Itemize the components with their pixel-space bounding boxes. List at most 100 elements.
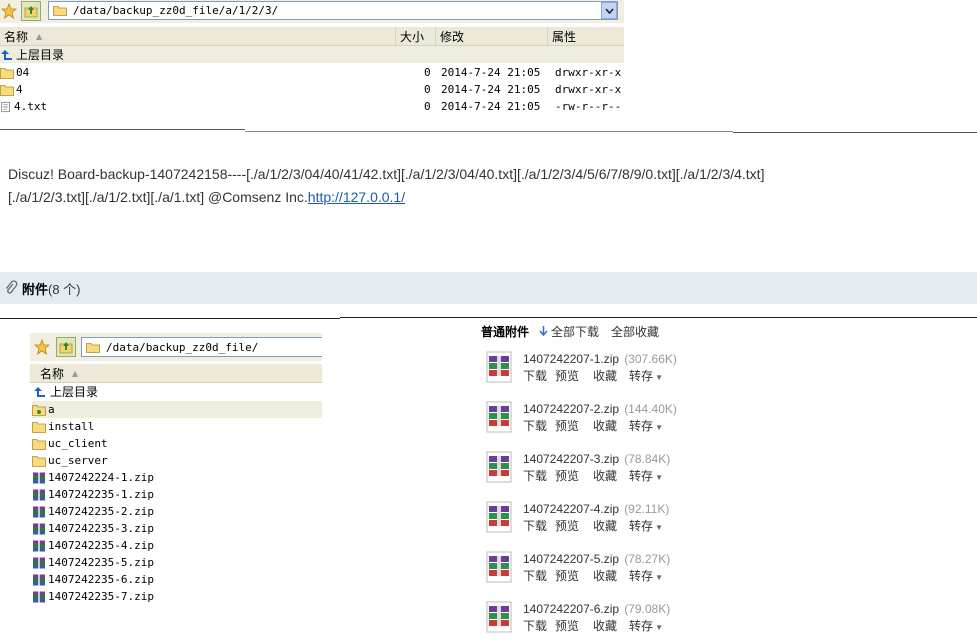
preview-link[interactable]: 预览 (555, 519, 579, 533)
collect-link[interactable]: 收藏 (593, 419, 617, 433)
collect-link[interactable]: 收藏 (593, 619, 617, 633)
post-line-2: [./a/1/2/3.txt][./a/1/2.txt][./a/1.txt] … (8, 189, 406, 205)
download-link[interactable]: 下载 (523, 619, 547, 633)
collect-all-link[interactable]: 全部收藏 (611, 323, 659, 340)
download-link[interactable]: 下载 (523, 469, 547, 483)
forward-link[interactable]: 转存 (629, 419, 653, 433)
download-link[interactable]: 下载 (523, 419, 547, 433)
list-item[interactable]: 1407242235-3.zip (32, 520, 322, 537)
attachment-actions: 下载 预览 收藏 转存 ▼ (523, 517, 663, 535)
list-item[interactable]: uc_server (32, 452, 322, 469)
list-item-name: 1407242224-1.zip (48, 471, 154, 484)
attachment-title: 1407242207-4.zip (92.11K) (523, 498, 669, 517)
list-item[interactable]: uc_client (32, 435, 322, 452)
preview-link[interactable]: 预览 (555, 569, 579, 583)
download-arrow-icon (539, 325, 548, 336)
favorite-star-button[interactable] (33, 337, 51, 357)
attachment-name-link[interactable]: 1407242207-6.zip (523, 602, 619, 616)
list-item[interactable]: 1407242235-4.zip (32, 537, 322, 554)
parent-directory-row[interactable]: 上层目录 (0, 46, 624, 63)
forward-link[interactable]: 转存 (629, 619, 653, 633)
download-link[interactable]: 下载 (523, 519, 547, 533)
list-item[interactable]: 1407242235-1.zip (32, 486, 322, 503)
favorite-star-button[interactable] (0, 1, 18, 21)
list-item-name: install (48, 420, 95, 433)
up-arrow-icon (34, 386, 45, 397)
row-attrs: -rw-r--r-- (555, 100, 622, 113)
attachment-actions: 下载 预览 收藏 转存 ▼ (523, 417, 663, 435)
table-row[interactable]: 4.txt 0 2014-7-24 21:05 -rw-r--r-- (0, 98, 624, 115)
parent-directory-row[interactable]: 上层目录 (30, 383, 322, 400)
forward-link[interactable]: 转存 (629, 369, 653, 383)
table-row[interactable]: 04 0 2014-7-24 21:05 drwxr-xr-x (0, 64, 624, 81)
bottom-column-header: 名称 ▲ (30, 364, 322, 383)
forward-link[interactable]: 转存 (629, 519, 653, 533)
forward-link[interactable]: 转存 (629, 469, 653, 483)
column-name[interactable]: 名称 ▲ (30, 364, 322, 382)
list-item[interactable]: 1407242235-5.zip (32, 554, 322, 571)
list-item[interactable]: 1407242235-7.zip (32, 588, 322, 605)
download-all-link[interactable]: 全部下载 (539, 323, 599, 340)
locked-folder-icon (32, 404, 46, 416)
top-address-bar[interactable]: /data/backup_zz0d_file/a/1/2/3/ (48, 1, 618, 20)
preview-link[interactable]: 预览 (555, 369, 579, 383)
archive-icon (33, 591, 45, 602)
list-item[interactable]: 1407242235-2.zip (32, 503, 322, 520)
attachment-name-link[interactable]: 1407242207-1.zip (523, 352, 619, 366)
archive-icon (33, 506, 45, 517)
star-icon (34, 339, 50, 355)
list-item[interactable]: install (32, 418, 322, 435)
attachment-name-link[interactable]: 1407242207-3.zip (523, 452, 619, 466)
go-up-button[interactable] (56, 337, 76, 357)
attachment-name-link[interactable]: 1407242207-2.zip (523, 402, 619, 416)
attachment-name-link[interactable]: 1407242207-4.zip (523, 502, 619, 516)
top-column-header: 名称 ▲ 大小 修改 属性 (0, 27, 624, 46)
go-up-button[interactable] (21, 1, 41, 21)
post-link[interactable]: http://127.0.0.1/ (308, 189, 405, 205)
list-item[interactable]: 1407242235-6.zip (32, 571, 322, 588)
archive-icon (33, 540, 45, 551)
attachment-item: 1407242207-4.zip (92.11K) 下载 预览 收藏 转存 ▼ (484, 498, 784, 544)
list-item-name: a (48, 403, 55, 416)
bottom-address-bar[interactable]: /data/backup_zz0d_file/ (81, 337, 322, 357)
row-size: 0 (424, 100, 431, 113)
caret-down-icon: ▼ (655, 523, 663, 532)
download-link[interactable]: 下载 (523, 569, 547, 583)
collect-link[interactable]: 收藏 (593, 569, 617, 583)
top-address-text: /data/backup_zz0d_file/a/1/2/3/ (73, 4, 279, 17)
column-name[interactable]: 名称 ▲ (0, 27, 396, 45)
preview-link[interactable]: 预览 (555, 619, 579, 633)
preview-link[interactable]: 预览 (555, 419, 579, 433)
attachment-size: (79.08K) (624, 602, 671, 616)
list-item-name: 1407242235-7.zip (48, 590, 154, 603)
attachment-actions: 下载 预览 收藏 转存 ▼ (523, 467, 663, 485)
list-item-name: 1407242235-3.zip (48, 522, 154, 535)
list-item[interactable]: 1407242224-1.zip (32, 469, 322, 486)
attachment-title: 1407242207-5.zip (78.27K) (523, 548, 670, 567)
collect-link[interactable]: 收藏 (593, 519, 617, 533)
row-modified: 2014-7-24 21:05 (441, 83, 541, 96)
column-modified[interactable]: 修改 (436, 27, 548, 45)
table-row[interactable]: 4 0 2014-7-24 21:05 drwxr-xr-x (0, 81, 624, 98)
list-item-name: uc_client (48, 437, 108, 450)
archive-icon (33, 472, 45, 483)
forward-link[interactable]: 转存 (629, 569, 653, 583)
row-name: 04 (16, 66, 30, 79)
folder-icon (86, 342, 100, 353)
preview-link[interactable]: 预览 (555, 469, 579, 483)
folder-icon (32, 438, 46, 450)
collect-link[interactable]: 收藏 (593, 369, 617, 383)
list-item-name: 1407242235-6.zip (48, 573, 154, 586)
column-attrs[interactable]: 属性 (548, 27, 624, 45)
address-dropdown-button[interactable] (601, 2, 617, 19)
column-size[interactable]: 大小 (396, 27, 436, 45)
collect-link[interactable]: 收藏 (593, 469, 617, 483)
attach-list-header: 普通附件 全部下载 全部收藏 (481, 322, 659, 340)
list-item-name: 1407242235-5.zip (48, 556, 154, 569)
download-link[interactable]: 下载 (523, 369, 547, 383)
post-body: Discuz! Board-backup-1407242158----[./a/… (8, 163, 973, 209)
attachment-name-link[interactable]: 1407242207-5.zip (523, 552, 619, 566)
attachment-size: (78.84K) (624, 452, 671, 466)
list-item[interactable]: a (32, 401, 322, 418)
attachments-label: 附件 (22, 281, 49, 297)
